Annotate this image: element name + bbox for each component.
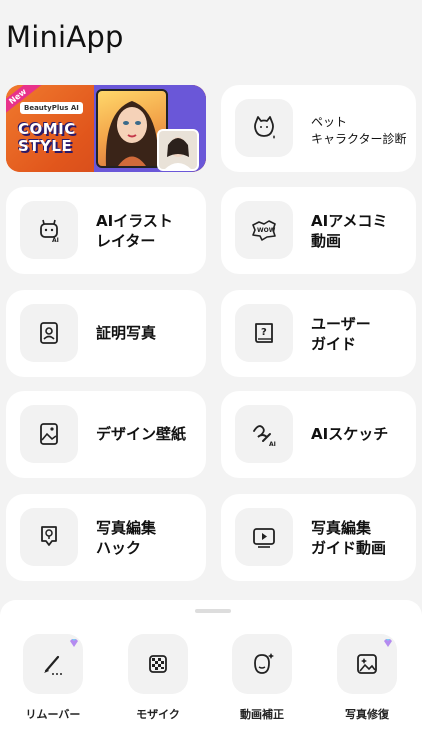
cat-face-icon	[235, 99, 293, 157]
card-label: 写真編集 ガイド動画	[311, 519, 387, 557]
card-label: 証明写真	[96, 324, 157, 342]
card-label: AIアメコミ 動画	[311, 212, 388, 250]
brand-badge: BeautyPlus AI	[20, 102, 83, 114]
card-id-photo[interactable]: 証明写真	[6, 290, 206, 377]
card-ai-sketch[interactable]: AI AIスケッチ	[221, 391, 416, 478]
tool-remover[interactable]: リムーバー	[13, 634, 93, 722]
bottom-tool-bar: リムーバー モザイク 動画補正 写真修復	[0, 600, 422, 750]
tool-label: 動画補正	[240, 708, 284, 721]
face-sparkle-icon	[232, 634, 292, 694]
svg-text:AI: AI	[52, 237, 59, 244]
tool-label: リムーバー	[25, 708, 81, 721]
drag-handle[interactable]	[195, 609, 231, 613]
premium-gem-icon	[70, 639, 78, 647]
ai-pen-icon: AI	[235, 405, 293, 463]
card-label: AIイラスト レイター	[96, 212, 173, 250]
tool-label: 写真修復	[345, 708, 389, 721]
image-sparkle-icon	[337, 634, 397, 694]
svg-text:AI: AI	[269, 441, 276, 448]
wallpaper-image-icon	[20, 405, 78, 463]
wow-bubble-icon: WOW	[235, 201, 293, 259]
eraser-brush-icon	[23, 634, 83, 694]
card-label: 写真編集 ハック	[96, 519, 157, 557]
banner-thumbnail-image	[157, 129, 199, 171]
card-edit-guide-video[interactable]: 写真編集 ガイド動画	[221, 494, 416, 581]
banner-headline-line1: COMIC	[18, 120, 76, 138]
comic-style-banner[interactable]: New BeautyPlus AI COMIC STYLE	[6, 85, 206, 172]
play-video-icon	[235, 508, 293, 566]
id-portrait-icon	[20, 304, 78, 362]
tool-video-retouch[interactable]: 動画補正	[222, 634, 302, 722]
mosaic-grid-icon	[128, 634, 188, 694]
card-edit-hack[interactable]: 写真編集 ハック	[6, 494, 206, 581]
card-label: ペット キャラクター診断	[311, 115, 407, 146]
card-ai-comic[interactable]: WOW AIアメコミ 動画	[221, 187, 416, 274]
tool-label: モザイク	[136, 708, 180, 721]
card-ai-illustrator[interactable]: AI AIイラスト レイター	[6, 187, 206, 274]
svg-text:?: ?	[261, 327, 267, 338]
lightbulb-icon	[20, 508, 78, 566]
card-user-guide[interactable]: ? ユーザー ガイド	[221, 290, 416, 377]
card-pet[interactable]: ペット キャラクター診断	[221, 85, 416, 172]
banner-headline: COMIC STYLE	[18, 121, 76, 155]
ai-robot-icon: AI	[20, 201, 78, 259]
app-title: MiniApp	[6, 20, 124, 54]
card-wallpaper[interactable]: デザイン壁紙	[6, 391, 206, 478]
tool-mosaic[interactable]: モザイク	[118, 634, 198, 722]
premium-gem-icon	[384, 639, 392, 647]
banner-headline-line2: STYLE	[18, 137, 73, 155]
svg-text:WOW: WOW	[257, 227, 276, 234]
tool-photo-repair[interactable]: 写真修復	[327, 634, 407, 722]
card-label: ユーザー ガイド	[311, 315, 371, 353]
card-label: AIスケッチ	[311, 425, 389, 443]
card-label: デザイン壁紙	[96, 425, 187, 443]
question-book-icon: ?	[235, 304, 293, 362]
